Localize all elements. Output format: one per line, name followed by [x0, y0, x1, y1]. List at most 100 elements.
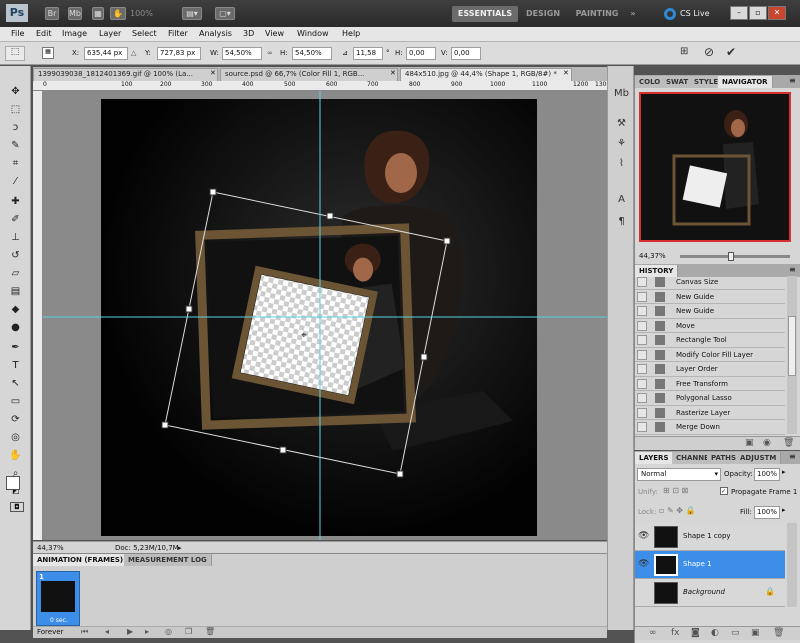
menu-filter[interactable]: Filter	[168, 29, 188, 38]
workspace-painting[interactable]: PAINTING	[572, 6, 622, 22]
history-brush-source-checkbox[interactable]	[637, 378, 647, 389]
clone-source-icon[interactable]: ⚘	[613, 138, 630, 152]
doc-tab-jpg[interactable]: 484x510.jpg @ 44,4% (Shape 1, RGB/8#) *	[400, 68, 572, 81]
navigator-preview[interactable]	[639, 92, 791, 242]
doc-tab-psd[interactable]: source.psd @ 66,7% (Color Fill 1, RGB...	[220, 68, 398, 81]
brush-panel-icon[interactable]: ⌇	[613, 158, 630, 172]
layer-row-shape-1[interactable]: 👁 Shape 1	[635, 551, 785, 579]
layers-scrollbar[interactable]	[787, 523, 797, 607]
3d-orbit-tool-icon[interactable]: ◎	[6, 430, 25, 446]
history-brush-source-checkbox[interactable]	[637, 349, 647, 360]
rotate-field[interactable]: 11,58	[353, 47, 383, 60]
menu-file[interactable]: File	[11, 29, 24, 38]
history-item[interactable]: Polygonal Lasso	[635, 391, 785, 406]
zoom-status[interactable]: 44,37%	[37, 544, 64, 552]
tween-icon[interactable]: ◎	[165, 627, 172, 636]
navigator-zoom-value[interactable]: 44,37%	[639, 252, 666, 260]
next-frame-icon[interactable]: ▸	[145, 627, 149, 636]
lock-icons[interactable]: ▫ ✎ ✥ 🔒	[659, 506, 695, 515]
propagate-checkbox[interactable]: ✓	[720, 487, 728, 495]
layer-mask-icon[interactable]: ◙	[691, 628, 700, 638]
type-tool-icon[interactable]: T	[6, 358, 25, 374]
bridge-icon[interactable]: Br	[45, 7, 59, 20]
panel-menu-icon[interactable]: ≡	[789, 265, 796, 274]
canvas-image[interactable]: ⌖	[43, 91, 607, 540]
menu-3d[interactable]: 3D	[243, 29, 254, 38]
adjustment-layer-icon[interactable]: ◐	[711, 628, 719, 638]
healing-tool-icon[interactable]: ✚	[6, 194, 25, 210]
warp-mode-icon[interactable]: ⊞	[680, 46, 696, 60]
stamp-tool-icon[interactable]: ⊥	[6, 230, 25, 246]
history-scroll-thumb[interactable]	[788, 316, 796, 376]
fill-field[interactable]: 100%	[754, 506, 780, 519]
history-brush-source-checkbox[interactable]	[637, 422, 647, 432]
close-tab-icon[interactable]: ✕	[390, 69, 396, 77]
close-button[interactable]: ✕	[768, 6, 786, 20]
tool-preset-icon[interactable]: ⬚	[5, 46, 25, 61]
shape-tool-icon[interactable]: ▭	[6, 394, 25, 410]
extras-icon[interactable]: ▦	[92, 7, 104, 20]
mini-bridge-panel-icon[interactable]: Mb	[613, 88, 630, 102]
blur-tool-icon[interactable]: ◆	[6, 302, 25, 318]
eyedropper-tool-icon[interactable]: ⁄	[6, 174, 25, 190]
3d-rotate-tool-icon[interactable]: ⟳	[6, 412, 25, 428]
history-item[interactable]: Modify Color Fill Layer	[635, 348, 785, 362]
tab-color[interactable]: COLO	[635, 76, 666, 88]
minimize-button[interactable]: –	[730, 6, 748, 20]
close-tab-icon[interactable]: ✕	[210, 69, 216, 77]
tab-navigator[interactable]: NAVIGATOR	[718, 76, 773, 88]
brush-tool-icon[interactable]: ✐	[6, 212, 25, 228]
quick-select-tool-icon[interactable]: ✎	[6, 138, 25, 154]
tab-layers[interactable]: LAYERS	[635, 452, 674, 464]
delete-layer-icon[interactable]: 🗑	[773, 628, 784, 638]
workspace-essentials[interactable]: ESSENTIALS	[452, 6, 518, 22]
history-item[interactable]: Layer Order	[635, 362, 785, 377]
frame-delay[interactable]: 0 sec.	[50, 617, 68, 624]
link-layers-icon[interactable]: ∞	[649, 628, 657, 638]
maximize-button[interactable]: ▫	[749, 6, 767, 20]
menu-window[interactable]: Window	[297, 29, 329, 38]
relative-position-icon[interactable]: △	[131, 49, 136, 57]
link-icon[interactable]: ∞	[267, 49, 273, 57]
history-item[interactable]: Move	[635, 319, 785, 333]
paragraph-panel-icon[interactable]: ¶	[613, 216, 630, 230]
history-item[interactable]: Free Transform	[635, 377, 785, 391]
history-brush-source-checkbox[interactable]	[637, 364, 647, 374]
history-item[interactable]: Canvas Size	[635, 275, 785, 290]
delete-frame-icon[interactable]: 🗑	[205, 627, 215, 636]
delete-state-icon[interactable]: 🗑	[783, 438, 794, 448]
cancel-transform-icon[interactable]: ⊘	[704, 45, 720, 61]
height-field[interactable]: 54,50%	[292, 47, 332, 60]
tool-presets-icon[interactable]: ⚒	[613, 118, 630, 132]
history-scrollbar[interactable]	[787, 276, 797, 434]
panel-menu-icon[interactable]: ≡	[789, 76, 796, 85]
status-menu-icon[interactable]: ▸	[178, 544, 182, 552]
opacity-field[interactable]: 100%	[754, 468, 780, 481]
history-item[interactable]: Rectangle Tool	[635, 333, 785, 348]
v-skew-field[interactable]: 0,00	[451, 47, 481, 60]
h-skew-field[interactable]: 0,00	[406, 47, 436, 60]
more-workspaces-icon[interactable]: »	[626, 6, 640, 22]
path-select-tool-icon[interactable]: ↖	[6, 376, 25, 392]
tab-animation-frames[interactable]: ANIMATION (FRAMES)	[33, 554, 129, 566]
history-brush-source-checkbox[interactable]	[637, 335, 647, 345]
panel-menu-icon[interactable]: ≡	[789, 452, 796, 461]
reference-point-icon[interactable]: ▦	[42, 47, 54, 59]
pen-tool-icon[interactable]: ✒	[6, 340, 25, 356]
new-layer-icon[interactable]: ▣	[751, 628, 760, 638]
gradient-tool-icon[interactable]: ▤	[6, 284, 25, 300]
visibility-eye-icon[interactable]: 👁	[638, 559, 649, 569]
new-snapshot-icon[interactable]: ◉	[763, 438, 771, 448]
loop-select[interactable]: Forever	[37, 628, 63, 636]
foreground-color-swatch[interactable]	[6, 476, 20, 490]
history-brush-source-checkbox[interactable]	[637, 407, 647, 418]
first-frame-icon[interactable]: ⏮	[81, 627, 88, 637]
screen-mode-icon[interactable]: ▢▾	[215, 7, 235, 20]
frame-1[interactable]: 1 0 sec.	[36, 571, 80, 626]
unify-position-icon[interactable]: ⊞ ⊡ ⊠	[663, 486, 688, 495]
character-panel-icon[interactable]: A	[613, 194, 630, 208]
commit-transform-icon[interactable]: ✔	[726, 45, 742, 61]
tab-swatches[interactable]: SWAT	[662, 76, 694, 88]
crop-tool-icon[interactable]: ⌗	[6, 156, 25, 172]
menu-analysis[interactable]: Analysis	[199, 29, 232, 38]
